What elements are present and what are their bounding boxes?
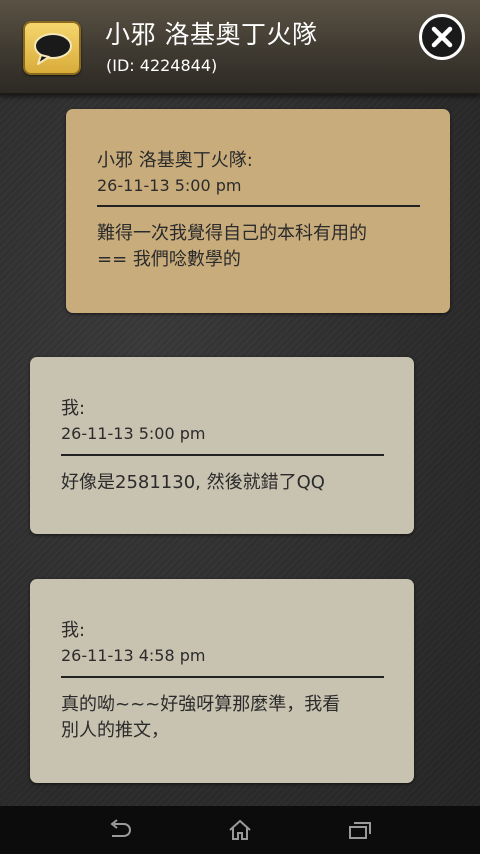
message-bubble[interactable]: 我: 26-11-13 5:00 pm 好像是2581130, 然後就錯了QQ — [30, 357, 414, 534]
recent-apps-button[interactable] — [346, 818, 374, 842]
chat-screen: 小邪 洛基奧丁火隊 (ID: 4224844) 小邪 洛基奧丁火隊: 26-11… — [0, 0, 480, 854]
recent-apps-icon — [349, 822, 371, 839]
message-line: 真的呦~~~好強呀算那麼準，我看 — [61, 694, 341, 715]
message-sender: 我: — [61, 398, 86, 419]
close-icon — [431, 26, 453, 48]
message-bubble[interactable]: 小邪 洛基奧丁火隊: 26-11-13 5:00 pm 難得一次我覺得自己的本科… — [66, 109, 450, 313]
message-bubble[interactable]: 我: 26-11-13 4:58 pm 真的呦~~~好強呀算那麼準，我看 別人的… — [30, 579, 414, 783]
message-sender: 小邪 洛基奧丁火隊: — [97, 150, 253, 171]
speech-bubble-icon — [23, 21, 81, 75]
home-button[interactable] — [226, 818, 254, 842]
close-button[interactable] — [419, 14, 465, 60]
message-timestamp: 26-11-13 5:00 pm — [61, 424, 206, 443]
message-divider — [61, 454, 384, 456]
back-icon — [110, 819, 131, 837]
message-text: 好像是2581130, 然後就錯了QQ — [61, 470, 401, 496]
message-line: == 我們唸數學的 — [97, 249, 241, 270]
message-line: 好像是2581130, 然後就錯了QQ — [61, 472, 325, 493]
message-line: 難得一次我覺得自己的本科有用的 — [97, 223, 367, 244]
contact-id: (ID: 4224844) — [106, 56, 218, 75]
message-sender: 我: — [61, 620, 86, 641]
message-line: 別人的推文， — [61, 720, 169, 741]
message-divider — [61, 676, 384, 678]
message-text: 真的呦~~~好強呀算那麼準，我看 別人的推文， — [61, 692, 401, 744]
message-text: 難得一次我覺得自己的本科有用的 == 我們唸數學的 — [97, 221, 437, 273]
chat-header: 小邪 洛基奧丁火隊 (ID: 4224844) — [0, 0, 480, 95]
back-button[interactable] — [106, 818, 134, 842]
message-divider — [97, 205, 420, 207]
system-navigation-bar — [0, 806, 480, 854]
message-timestamp: 26-11-13 5:00 pm — [97, 176, 242, 195]
message-timestamp: 26-11-13 4:58 pm — [61, 646, 206, 665]
contact-name: 小邪 洛基奧丁火隊 — [105, 20, 318, 49]
home-icon — [229, 819, 251, 840]
